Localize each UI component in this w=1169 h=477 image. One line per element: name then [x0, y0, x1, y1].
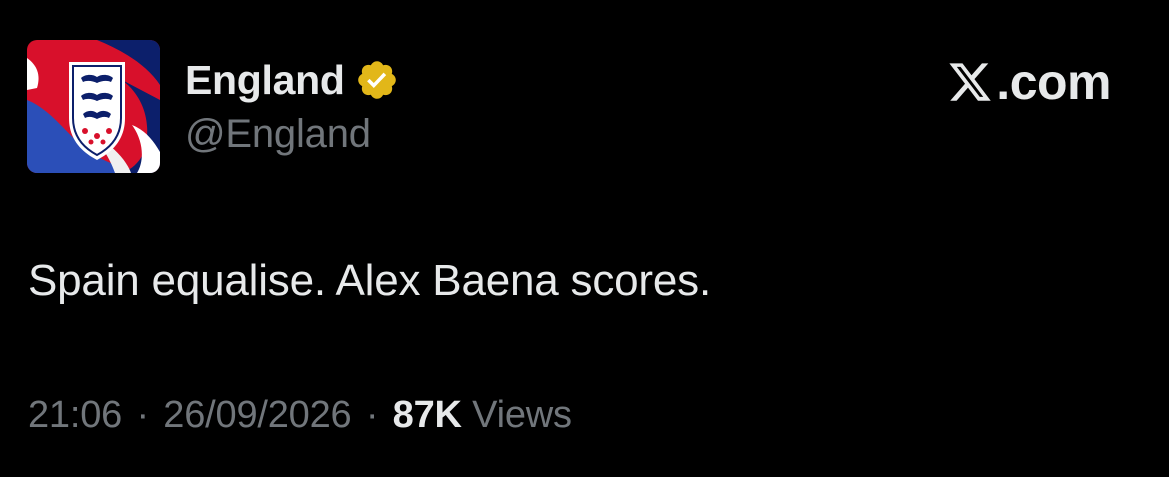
brand-watermark: .com	[946, 54, 1111, 110]
tweet-time[interactable]: 21:06	[28, 394, 122, 436]
avatar[interactable]	[27, 40, 160, 173]
verified-badge-icon	[355, 58, 399, 102]
tweet-text: Spain equalise. Alex Baena scores.	[28, 256, 711, 305]
tweet-date[interactable]: 26/09/2026	[163, 394, 351, 436]
author-handle[interactable]: @England	[185, 112, 371, 157]
author-display-name[interactable]: England	[185, 57, 345, 104]
author-name-row[interactable]: England	[185, 56, 399, 104]
x-logo-icon	[946, 59, 994, 105]
meta-separator: ·	[136, 394, 149, 436]
views-count[interactable]: 87K	[393, 394, 462, 436]
brand-domain-text: .com	[996, 54, 1111, 110]
views-label: Views	[472, 394, 572, 436]
three-lions-crest-icon	[27, 40, 160, 173]
tweet-meta: 21:06 · 26/09/2026 · 87K Views	[28, 394, 572, 437]
meta-separator: ·	[365, 394, 379, 436]
